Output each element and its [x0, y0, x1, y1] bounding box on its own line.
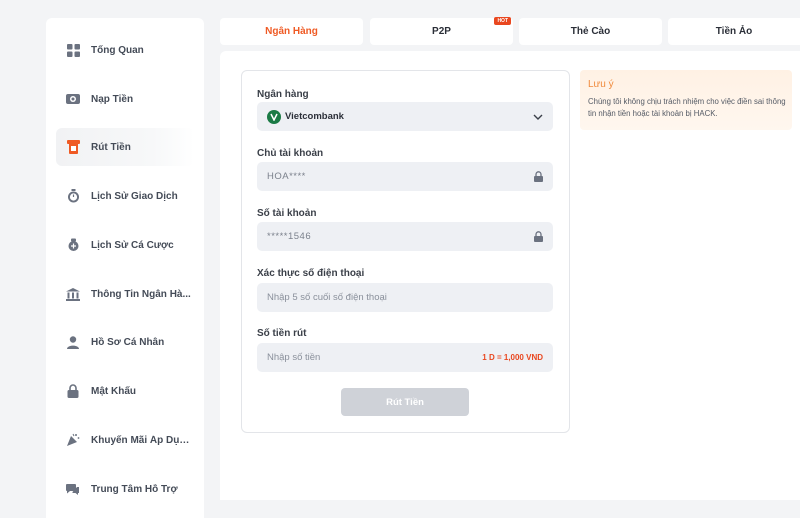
sidebar-item-transaction-history[interactable]: Lịch Sử Giao Dịch — [56, 177, 194, 215]
bank-label: Ngân hàng — [257, 89, 309, 100]
lock-icon — [534, 231, 543, 242]
sidebar-item-label: Tổng Quan — [91, 44, 144, 56]
hot-badge: HOT — [494, 17, 511, 25]
sidebar-item-deposit[interactable]: Nạp Tiền — [56, 80, 194, 118]
notice-body: Chúng tôi không chịu trách nhiệm cho việ… — [588, 97, 786, 118]
sidebar-item-profile[interactable]: Hồ Sơ Cá Nhân — [56, 323, 194, 361]
withdraw-submit-button[interactable]: Rút Tiền — [341, 388, 469, 416]
sidebar-item-bank-info[interactable]: Thông Tin Ngân Hà... — [56, 275, 194, 313]
tab-label: P2P — [432, 26, 451, 37]
sidebar-item-label: Mật Khẩu — [91, 385, 136, 397]
sidebar-item-label: Rút Tiền — [91, 141, 131, 153]
holder-label: Chủ tài khoản — [257, 148, 324, 159]
notice-box: Lưu ý Chúng tôi không chịu trách nhiệm c… — [580, 70, 792, 130]
tab-label: Ngân Hàng — [265, 26, 318, 37]
bank-icon — [66, 287, 80, 301]
tab-scratch-card[interactable]: Thẻ Cào — [519, 18, 662, 45]
sidebar-item-password[interactable]: Mật Khẩu — [56, 372, 194, 410]
tab-crypto[interactable]: Tiền Ảo — [668, 18, 800, 45]
account-number-value: *****1546 — [267, 231, 312, 242]
sidebar: Tổng Quan Nạp Tiền Rút Tiền Lịch Sử Giao… — [46, 18, 204, 518]
withdraw-icon — [66, 140, 80, 154]
amount-label: Số tiền rút — [257, 328, 307, 339]
tab-label: Thẻ Cào — [570, 26, 611, 37]
phone-verify-placeholder: Nhập 5 số cuối số điện thoại — [267, 292, 387, 303]
sidebar-item-label: Lịch Sử Giao Dịch — [91, 190, 178, 202]
sidebar-item-support[interactable]: Trung Tâm Hỗ Trợ — [56, 470, 194, 508]
bet-history-icon — [66, 238, 80, 252]
tab-label: Tiền Ảo — [715, 26, 753, 37]
vietcombank-logo-icon — [267, 109, 281, 124]
amount-placeholder: Nhập số tiền — [267, 352, 321, 363]
sidebar-item-label: Nạp Tiền — [91, 93, 134, 105]
sidebar-item-label: Lịch Sử Cá Cược — [91, 239, 174, 251]
user-icon — [66, 335, 80, 349]
phone-verify-input[interactable]: Nhập 5 số cuối số điện thoại — [257, 283, 553, 312]
dashboard-icon — [66, 43, 80, 57]
support-icon — [66, 482, 80, 496]
notice-title: Lưu ý — [588, 79, 614, 90]
lock-icon — [534, 171, 543, 182]
sidebar-item-bet-history[interactable]: Lịch Sử Cá Cược — [56, 226, 194, 264]
sidebar-item-withdraw[interactable]: Rút Tiền — [56, 128, 194, 166]
account-number-field: *****1546 — [257, 222, 553, 251]
account-holder-field: HOA**** — [257, 162, 553, 191]
sidebar-item-label: Thông Tin Ngân Hà... — [91, 288, 191, 300]
chevron-down-icon — [533, 114, 543, 120]
bank-select[interactable]: Vietcombank — [257, 102, 553, 131]
amount-input[interactable]: Nhập số tiền 1 D = 1,000 VND — [257, 343, 553, 372]
sidebar-item-promotions[interactable]: Khuyến Mãi Áp Dụng — [56, 421, 194, 459]
account-number-label: Số tài khoản — [257, 208, 317, 219]
tab-p2p[interactable]: P2P HOT — [370, 17, 513, 45]
transaction-history-icon — [66, 189, 80, 203]
lock-icon — [66, 384, 80, 398]
bank-select-value: Vietcombank — [285, 111, 344, 122]
exchange-rate: 1 D = 1,000 VND — [482, 353, 543, 362]
phone-verify-label: Xác thực số điện thoại — [257, 268, 365, 279]
sidebar-item-label: Trung Tâm Hỗ Trợ — [91, 483, 178, 495]
sidebar-item-label: Khuyến Mãi Áp Dụng — [91, 434, 191, 446]
tab-bank[interactable]: Ngân Hàng — [220, 18, 363, 45]
sidebar-item-label: Hồ Sơ Cá Nhân — [91, 336, 165, 348]
promotion-icon — [66, 433, 80, 447]
deposit-icon — [66, 92, 80, 106]
sidebar-item-overview[interactable]: Tổng Quan — [56, 31, 194, 69]
account-holder-value: HOA**** — [267, 171, 306, 182]
